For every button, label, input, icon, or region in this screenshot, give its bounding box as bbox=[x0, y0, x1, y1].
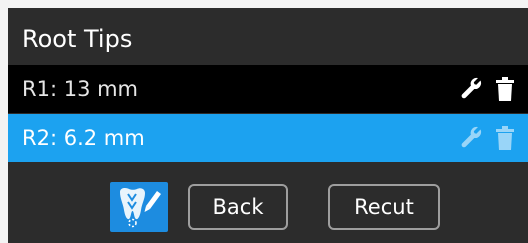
row-tools bbox=[460, 114, 514, 162]
back-button[interactable]: Back bbox=[188, 184, 288, 230]
trash-icon[interactable] bbox=[496, 126, 514, 150]
root-label: R1: 13 mm bbox=[22, 77, 139, 101]
root-tips-panel: Root Tips R1: 13 mm R2: 6.2 mm Back Recu… bbox=[8, 8, 528, 243]
tooth-tool-button[interactable] bbox=[110, 182, 168, 232]
root-row-r2[interactable]: R2: 6.2 mm bbox=[8, 114, 528, 162]
wrench-icon[interactable] bbox=[460, 77, 484, 101]
root-label: R2: 6.2 mm bbox=[22, 126, 145, 150]
wrench-icon[interactable] bbox=[460, 126, 484, 150]
panel-title: Root Tips bbox=[22, 25, 133, 53]
trash-icon[interactable] bbox=[496, 77, 514, 101]
tooth-pencil-icon bbox=[116, 186, 162, 228]
recut-button[interactable]: Recut bbox=[328, 184, 440, 230]
root-row-r1[interactable]: R1: 13 mm bbox=[8, 65, 528, 113]
row-tools bbox=[460, 65, 514, 113]
